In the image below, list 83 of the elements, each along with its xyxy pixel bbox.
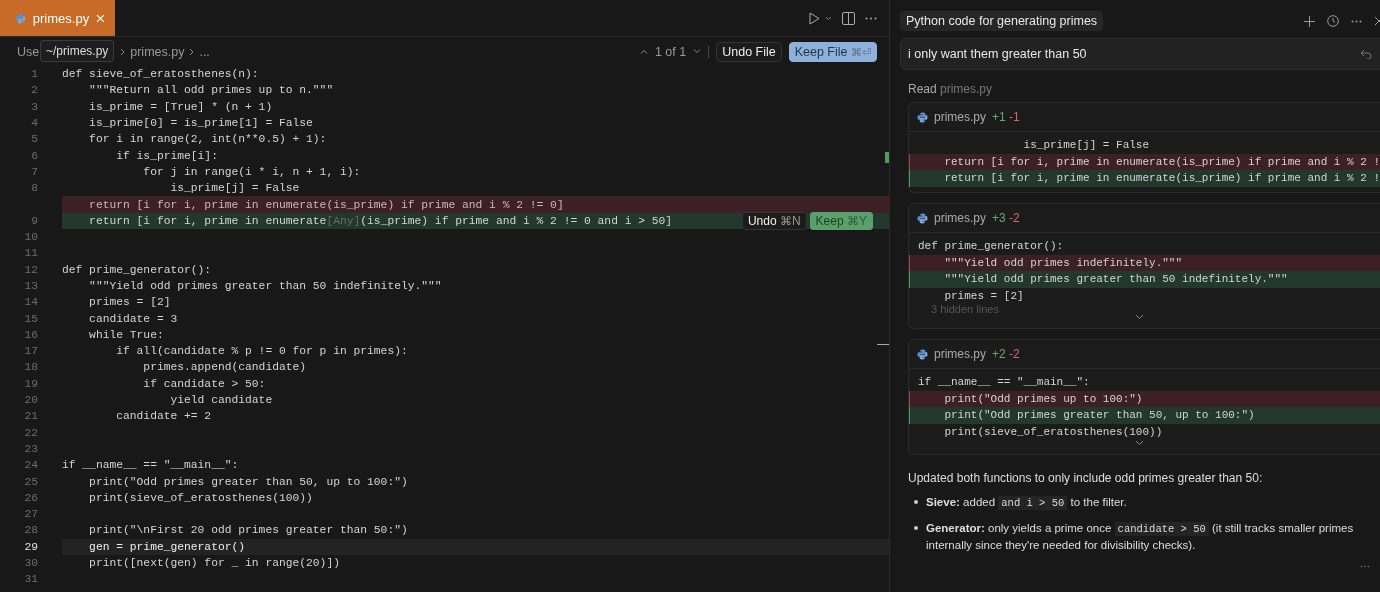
code-line: print("\nFirst 20 odd primes greater than 50:"): [88, 524, 408, 537]
line-number: 5: [31, 133, 38, 146]
code-line: primes = [2]: [943, 288, 1025, 304]
code-line: return [i for i, prime in enumerate[Any](is_prime) if prime and i % 2 != 0 and i > 50]: [88, 214, 673, 227]
file-name[interactable]: primes.py: [934, 110, 986, 124]
code-line: if __name__ == "__main__":: [62, 459, 239, 472]
line-number: 18: [24, 361, 38, 374]
code-line: is_prime = [True] * (n + 1): [88, 100, 273, 113]
line-number: 24: [24, 459, 38, 472]
code-line: if is_prime[i]:: [115, 149, 218, 162]
line-number: 22: [24, 426, 38, 439]
code-line: gen = prime_generator(): [88, 540, 246, 553]
undo-file-button[interactable]: Undo File: [716, 41, 782, 62]
code-line: def sieve_of_eratosthenes(n):: [62, 68, 259, 81]
file-name[interactable]: primes.py: [934, 347, 986, 361]
line-number: 14: [24, 296, 38, 309]
line-number: 20: [24, 394, 38, 407]
code-line: if all(candidate % p != 0 for p in primes):: [115, 345, 408, 358]
summary-text: Updated both functions to only include odd primes greater than 50:: [908, 471, 1264, 485]
line-number: 10: [24, 231, 38, 244]
line-number: 9: [31, 214, 38, 227]
code-line: is_prime[0] = is_prime[1] = False: [88, 117, 313, 130]
code-line: """Yield odd primes greater than 50 indefinitely.""": [88, 280, 442, 292]
code-line: if __name__ == "__main__":: [917, 375, 1091, 390]
code-line: print(sieve_of_eratosthenes(100)): [88, 491, 313, 504]
line-number: 11: [24, 247, 38, 260]
code-line: is_prime[j] = False: [1022, 138, 1151, 153]
change-counter: 1 of 1: [654, 44, 687, 59]
line-number: 2: [31, 84, 38, 97]
line-number: 25: [24, 475, 38, 488]
code-line: yield candidate: [169, 394, 273, 407]
chat-title[interactable]: Python code for generating primes: [900, 11, 1104, 31]
code-line: primes.append(candidate): [142, 361, 307, 374]
breadcrumb-item[interactable]: primes.py: [130, 44, 185, 59]
code-line: print("Odd primes greater than 50, up to 100:"): [88, 475, 408, 488]
code-line: return [i for i, prime in enumerate(is_prime) if prime and i % 2 != 0]: [88, 198, 564, 211]
code-line: def prime_generator():: [62, 263, 212, 276]
line-number: 12: [24, 263, 38, 276]
code-line: """Return all odd primes up to n.""": [88, 84, 334, 97]
bullet-text: Sieve: added and i > 50 to the filter.: [926, 495, 1127, 511]
diff-stats: +2 -2: [992, 347, 1020, 361]
line-number: 13: [24, 280, 38, 292]
code-line: print(sieve_of_eratosthenes(100)): [943, 424, 1164, 440]
path-tooltip: ~/primes.py: [40, 40, 115, 62]
line-number: 6: [31, 149, 38, 162]
keep-file-button[interactable]: Keep File ⌘⏎: [788, 41, 877, 62]
code-line: candidate = 3: [88, 312, 178, 325]
code-line: for j in range(i * i, n + 1, i):: [142, 165, 361, 178]
line-number: 30: [24, 557, 38, 570]
code-line: if candidate > 50:: [142, 377, 266, 390]
line-number: 3: [31, 100, 38, 113]
line-number: 27: [24, 508, 38, 521]
line-number: 23: [24, 442, 38, 455]
line-number: 17: [24, 345, 38, 358]
line-number: 29: [24, 540, 38, 553]
line-number: 16: [24, 328, 38, 341]
line-number: 4: [31, 117, 38, 130]
line-number: 1: [31, 68, 38, 81]
code-line: is_prime[j] = False: [169, 182, 300, 195]
user-message[interactable]: i only want them greater than 50: [900, 38, 1380, 70]
breadcrumb-item[interactable]: ...: [199, 44, 210, 59]
code-line: print([next(gen) for _ in range(20)]): [88, 557, 340, 570]
line-number: 7: [31, 165, 38, 178]
line-number: 21: [24, 410, 38, 423]
line-number: 15: [24, 312, 38, 325]
read-status: Read primes.py: [908, 82, 994, 96]
code-line: candidate += 2: [115, 410, 212, 423]
file-name[interactable]: primes.py: [934, 211, 986, 225]
diff-stats: +1 -1: [992, 110, 1020, 124]
code-line: while True:: [88, 328, 164, 341]
editor-tab[interactable]: primes.py: [0, 0, 115, 36]
line-number: 26: [24, 491, 38, 504]
line-number: 19: [24, 377, 38, 390]
line-number: 28: [24, 524, 38, 537]
code-line: for i in range(2, int(n**0.5) + 1):: [88, 133, 327, 146]
breadcrumb-item[interactable]: Use: [17, 44, 40, 59]
diff-stats: +3 -2: [992, 211, 1020, 225]
code-line: def prime_generator():: [917, 239, 1065, 254]
line-number: 31: [24, 573, 38, 586]
line-number: 8: [31, 182, 38, 195]
bullet-text: Generator: only yields a prime once candidate > 50 (it still tracks smaller primes internally since they're needed for divisibility checks).: [926, 521, 1355, 553]
message-text: i only want them greater than 50: [908, 47, 1087, 61]
code-line: primes = [2]: [88, 296, 171, 309]
